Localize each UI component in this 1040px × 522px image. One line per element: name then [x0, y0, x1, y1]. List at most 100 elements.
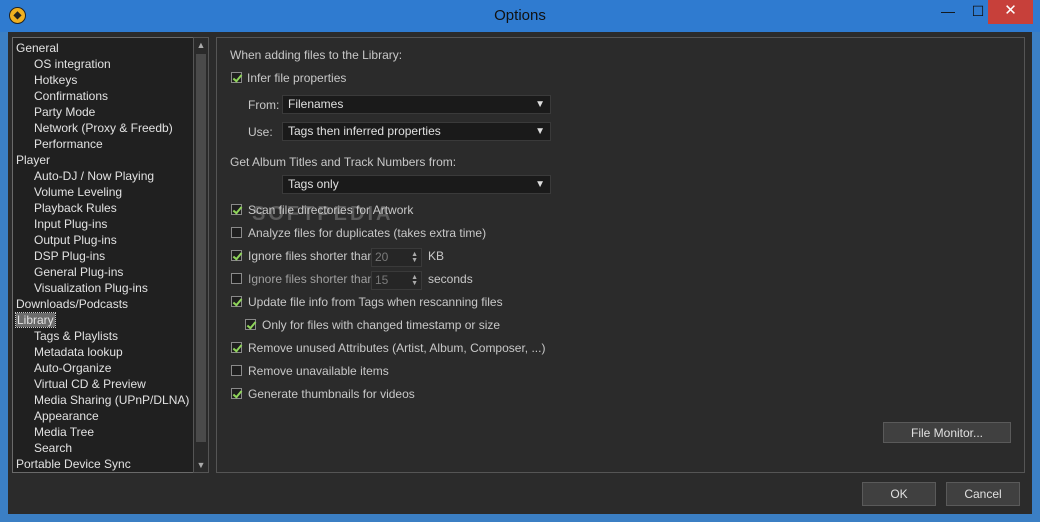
ignore-kb-checkbox[interactable]	[231, 250, 242, 261]
infer-label: Infer file properties	[247, 71, 347, 85]
tree-item[interactable]: Output Plug-ins	[34, 232, 117, 248]
tree-item[interactable]: Media Tree	[34, 424, 94, 440]
title-bar: ◆ Options — ☐ ✕	[0, 0, 1040, 32]
tree-item[interactable]: Downloads/Podcasts	[16, 296, 128, 312]
tree-item[interactable]: Playback Rules	[34, 200, 117, 216]
album-dropdown[interactable]: Tags only ▼	[282, 175, 551, 194]
scroll-up-icon[interactable]: ▲	[194, 38, 208, 52]
ok-button[interactable]: OK	[862, 482, 936, 506]
tree-item-label: Input Plug-ins	[34, 217, 108, 231]
tree-item[interactable]: Auto-DJ / Now Playing	[34, 168, 154, 184]
tree-item-label: Downloads/Podcasts	[16, 297, 129, 311]
remove-unused-label: Remove unused Attributes (Artist, Album,…	[248, 341, 546, 355]
analyze-duplicates-label: Analyze files for duplicates (takes extr…	[248, 226, 487, 240]
close-button[interactable]: ✕	[988, 0, 1033, 24]
tree-item-label: Virtual CD & Preview	[34, 377, 146, 391]
tree-item-label: Appearance	[34, 409, 99, 423]
tree-item[interactable]: Player	[16, 152, 50, 168]
ignore-seconds-spinner[interactable]: 15 ▲ ▼	[371, 271, 422, 290]
ignore-kb-label: Ignore files shorter than	[248, 249, 375, 263]
tree-item-label: Confirmations	[34, 89, 109, 103]
tree-item-label: Playback Rules	[34, 201, 117, 215]
cancel-button[interactable]: Cancel	[946, 482, 1020, 506]
update-tags-label: Update file info from Tags when rescanni…	[248, 295, 503, 309]
library-settings-panel: When adding files to the Library: Infer …	[216, 37, 1025, 473]
tree-item-label: Tags & Playlists	[34, 329, 119, 343]
tree-item[interactable]: General Plug-ins	[34, 264, 123, 280]
chevron-down-icon: ▼	[535, 126, 545, 137]
thumbnails-checkbox[interactable]	[231, 388, 242, 399]
spin-down-icon[interactable]: ▼	[411, 257, 418, 264]
tree-item[interactable]: Confirmations	[34, 88, 108, 104]
tree-item-label: Metadata lookup	[34, 345, 123, 359]
use-label: Use:	[248, 125, 273, 139]
tree-item[interactable]: DSP Plug-ins	[34, 248, 105, 264]
dialog-client: General OS integration Hotkeys Confirmation…	[8, 32, 1032, 514]
scroll-down-icon[interactable]: ▼	[194, 458, 208, 472]
tree-item-label: Auto-Organize	[34, 361, 112, 375]
tree-item[interactable]: Tags & Playlists	[34, 328, 118, 344]
update-tags-checkbox[interactable]	[231, 296, 242, 307]
tree-item-label: DSP Plug-ins	[34, 249, 106, 263]
tree-item[interactable]: Portable Device Sync	[16, 456, 131, 472]
scroll-thumb[interactable]	[196, 54, 206, 442]
spin-down-icon[interactable]: ▼	[411, 280, 418, 287]
file-monitor-button[interactable]: File Monitor...	[883, 422, 1011, 443]
options-window: ◆ Options — ☐ ✕ General OS integration Hot…	[0, 0, 1040, 522]
use-dropdown[interactable]: Tags then inferred properties ▼	[282, 122, 551, 141]
only-changed-label: Only for files with changed timestamp or…	[262, 318, 501, 332]
tree-item[interactable]: Network (Proxy & Freedb)	[34, 120, 173, 136]
tree-item[interactable]: Input Plug-ins	[34, 216, 107, 232]
tree-item[interactable]: Auto-Organize	[34, 360, 111, 376]
tree-item-label: Performance	[34, 137, 103, 151]
from-dropdown[interactable]: Filenames ▼	[282, 95, 551, 114]
from-value: Filenames	[288, 97, 344, 111]
tree-item-label: Visualization Plug-ins	[34, 281, 148, 295]
analyze-duplicates-checkbox[interactable]	[231, 227, 242, 238]
ignore-kb-value: 20	[375, 250, 389, 264]
remove-unused-checkbox[interactable]	[231, 342, 242, 353]
remove-unavailable-label: Remove unavailable items	[248, 364, 389, 378]
tree-item-label: Portable Device Sync	[16, 457, 131, 471]
tree-item[interactable]: Party Mode	[34, 104, 95, 120]
tree-item-label: Library	[15, 312, 56, 328]
ignore-seconds-value: 15	[375, 273, 389, 287]
tree-item[interactable]: Volume Leveling	[34, 184, 122, 200]
remove-unavailable-checkbox[interactable]	[231, 365, 242, 376]
tree-item-label: Media Tree	[34, 425, 95, 439]
tree-item-label: General	[16, 41, 59, 55]
ignore-kb-spinner[interactable]: 20 ▲ ▼	[371, 248, 422, 267]
tree-item[interactable]: Metadata lookup	[34, 344, 123, 360]
tree-item[interactable]: Hotkeys	[34, 72, 77, 88]
tree-item[interactable]: Search	[34, 440, 72, 456]
tree-item-label: OS integration	[34, 57, 111, 71]
tree-item-label: Media Sharing (UPnP/DLNA)	[34, 393, 190, 407]
tree-item[interactable]: General	[16, 40, 59, 56]
tree-item-label: Search	[34, 441, 73, 455]
heading-album-titles: Get Album Titles and Track Numbers from:	[230, 155, 457, 169]
infer-checkbox[interactable]	[231, 72, 242, 83]
tree-item-label: Party Mode	[34, 105, 96, 119]
tree-item-label: Volume Leveling	[34, 185, 123, 199]
ignore-seconds-checkbox[interactable]	[231, 273, 242, 284]
tree-item-label: Hotkeys	[34, 73, 78, 87]
tree-scrollbar[interactable]: ▲ ▼	[193, 37, 209, 473]
scan-artwork-checkbox[interactable]	[231, 204, 242, 215]
tree-item-label: Player	[16, 153, 51, 167]
only-changed-checkbox[interactable]	[245, 319, 256, 330]
scan-artwork-label: Scan file directories for Artwork	[248, 203, 414, 217]
tree-item[interactable]: Library	[15, 312, 56, 328]
thumbnails-label: Generate thumbnails for videos	[248, 387, 415, 401]
tree-item[interactable]: Virtual CD & Preview	[34, 376, 146, 392]
chevron-down-icon: ▼	[535, 99, 545, 110]
tree-item[interactable]: Visualization Plug-ins	[34, 280, 148, 296]
minimize-button[interactable]: —	[933, 0, 963, 24]
from-label: From:	[248, 98, 280, 112]
tree-item[interactable]: Media Sharing (UPnP/DLNA)	[34, 392, 189, 408]
tree-item[interactable]: Appearance	[34, 408, 99, 424]
tree-item-label: Network (Proxy & Freedb)	[34, 121, 173, 135]
tree-item[interactable]: Performance	[34, 136, 103, 152]
tree-item[interactable]: OS integration	[34, 56, 111, 72]
ignore-seconds-label: Ignore files shorter than	[248, 272, 375, 286]
tree-item-label: Auto-DJ / Now Playing	[34, 169, 155, 183]
